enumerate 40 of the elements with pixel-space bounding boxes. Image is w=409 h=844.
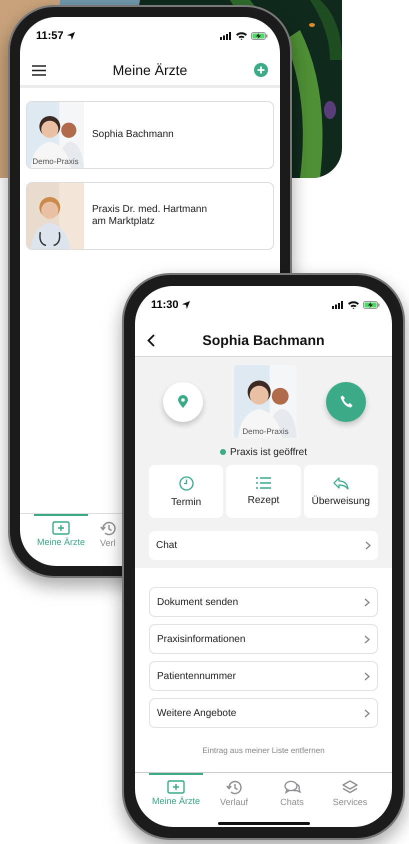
opening-status: Praxis ist geöffret — [230, 446, 308, 460]
photo-caption: Demo-Praxis — [241, 428, 290, 436]
doctor-name: Praxis Dr. med. Hartmann am Marktplatz — [92, 204, 208, 228]
plus-box-icon — [167, 780, 185, 794]
chat-row[interactable]: Chat — [149, 531, 378, 560]
back-icon[interactable] — [147, 334, 155, 346]
reply-arrow-icon — [332, 476, 349, 490]
location-arrow-icon — [182, 301, 190, 309]
location-button[interactable] — [163, 382, 203, 422]
menu-row[interactable]: Dokument senden — [149, 587, 378, 617]
phone-icon — [340, 395, 352, 408]
chevron-right-icon — [364, 598, 370, 606]
action-tile[interactable]: Termin — [149, 465, 224, 518]
battery-icon — [363, 301, 380, 309]
chevron-right-icon — [365, 541, 371, 550]
tab-indicator — [34, 514, 88, 516]
plus-box-icon — [52, 521, 70, 535]
clock-icon — [178, 476, 194, 490]
signal-icon — [332, 301, 344, 309]
screen-title: Sophia Bachmann — [202, 330, 325, 350]
chevron-right-icon — [364, 672, 370, 680]
chevron-right-icon — [364, 708, 370, 718]
chat-bubbles-icon — [284, 780, 300, 794]
status-time: 11:30 — [151, 298, 179, 313]
doctor-card[interactable]: Praxis Dr. med. Hartmann am Marktplatz — [26, 182, 274, 250]
location-pin-icon — [178, 395, 188, 408]
tab-indicator — [149, 773, 203, 775]
menu-row[interactable]: Praxisinformationen — [149, 624, 378, 654]
menu-row[interactable]: Patientennummer — [149, 661, 378, 691]
wifi-icon — [348, 301, 359, 309]
list-icon — [256, 477, 271, 489]
layers-icon — [342, 780, 358, 794]
menu-row[interactable]: Weitere Angebote — [149, 698, 378, 728]
history-icon — [226, 780, 242, 794]
remove-link[interactable]: Eintrag aus meiner Liste entfernen — [202, 745, 325, 757]
action-tile[interactable]: Rezept — [226, 465, 301, 518]
call-button[interactable] — [326, 382, 366, 422]
chevron-right-icon — [364, 634, 370, 644]
history-icon — [100, 520, 116, 536]
action-tile[interactable]: Überweisung — [304, 465, 378, 518]
